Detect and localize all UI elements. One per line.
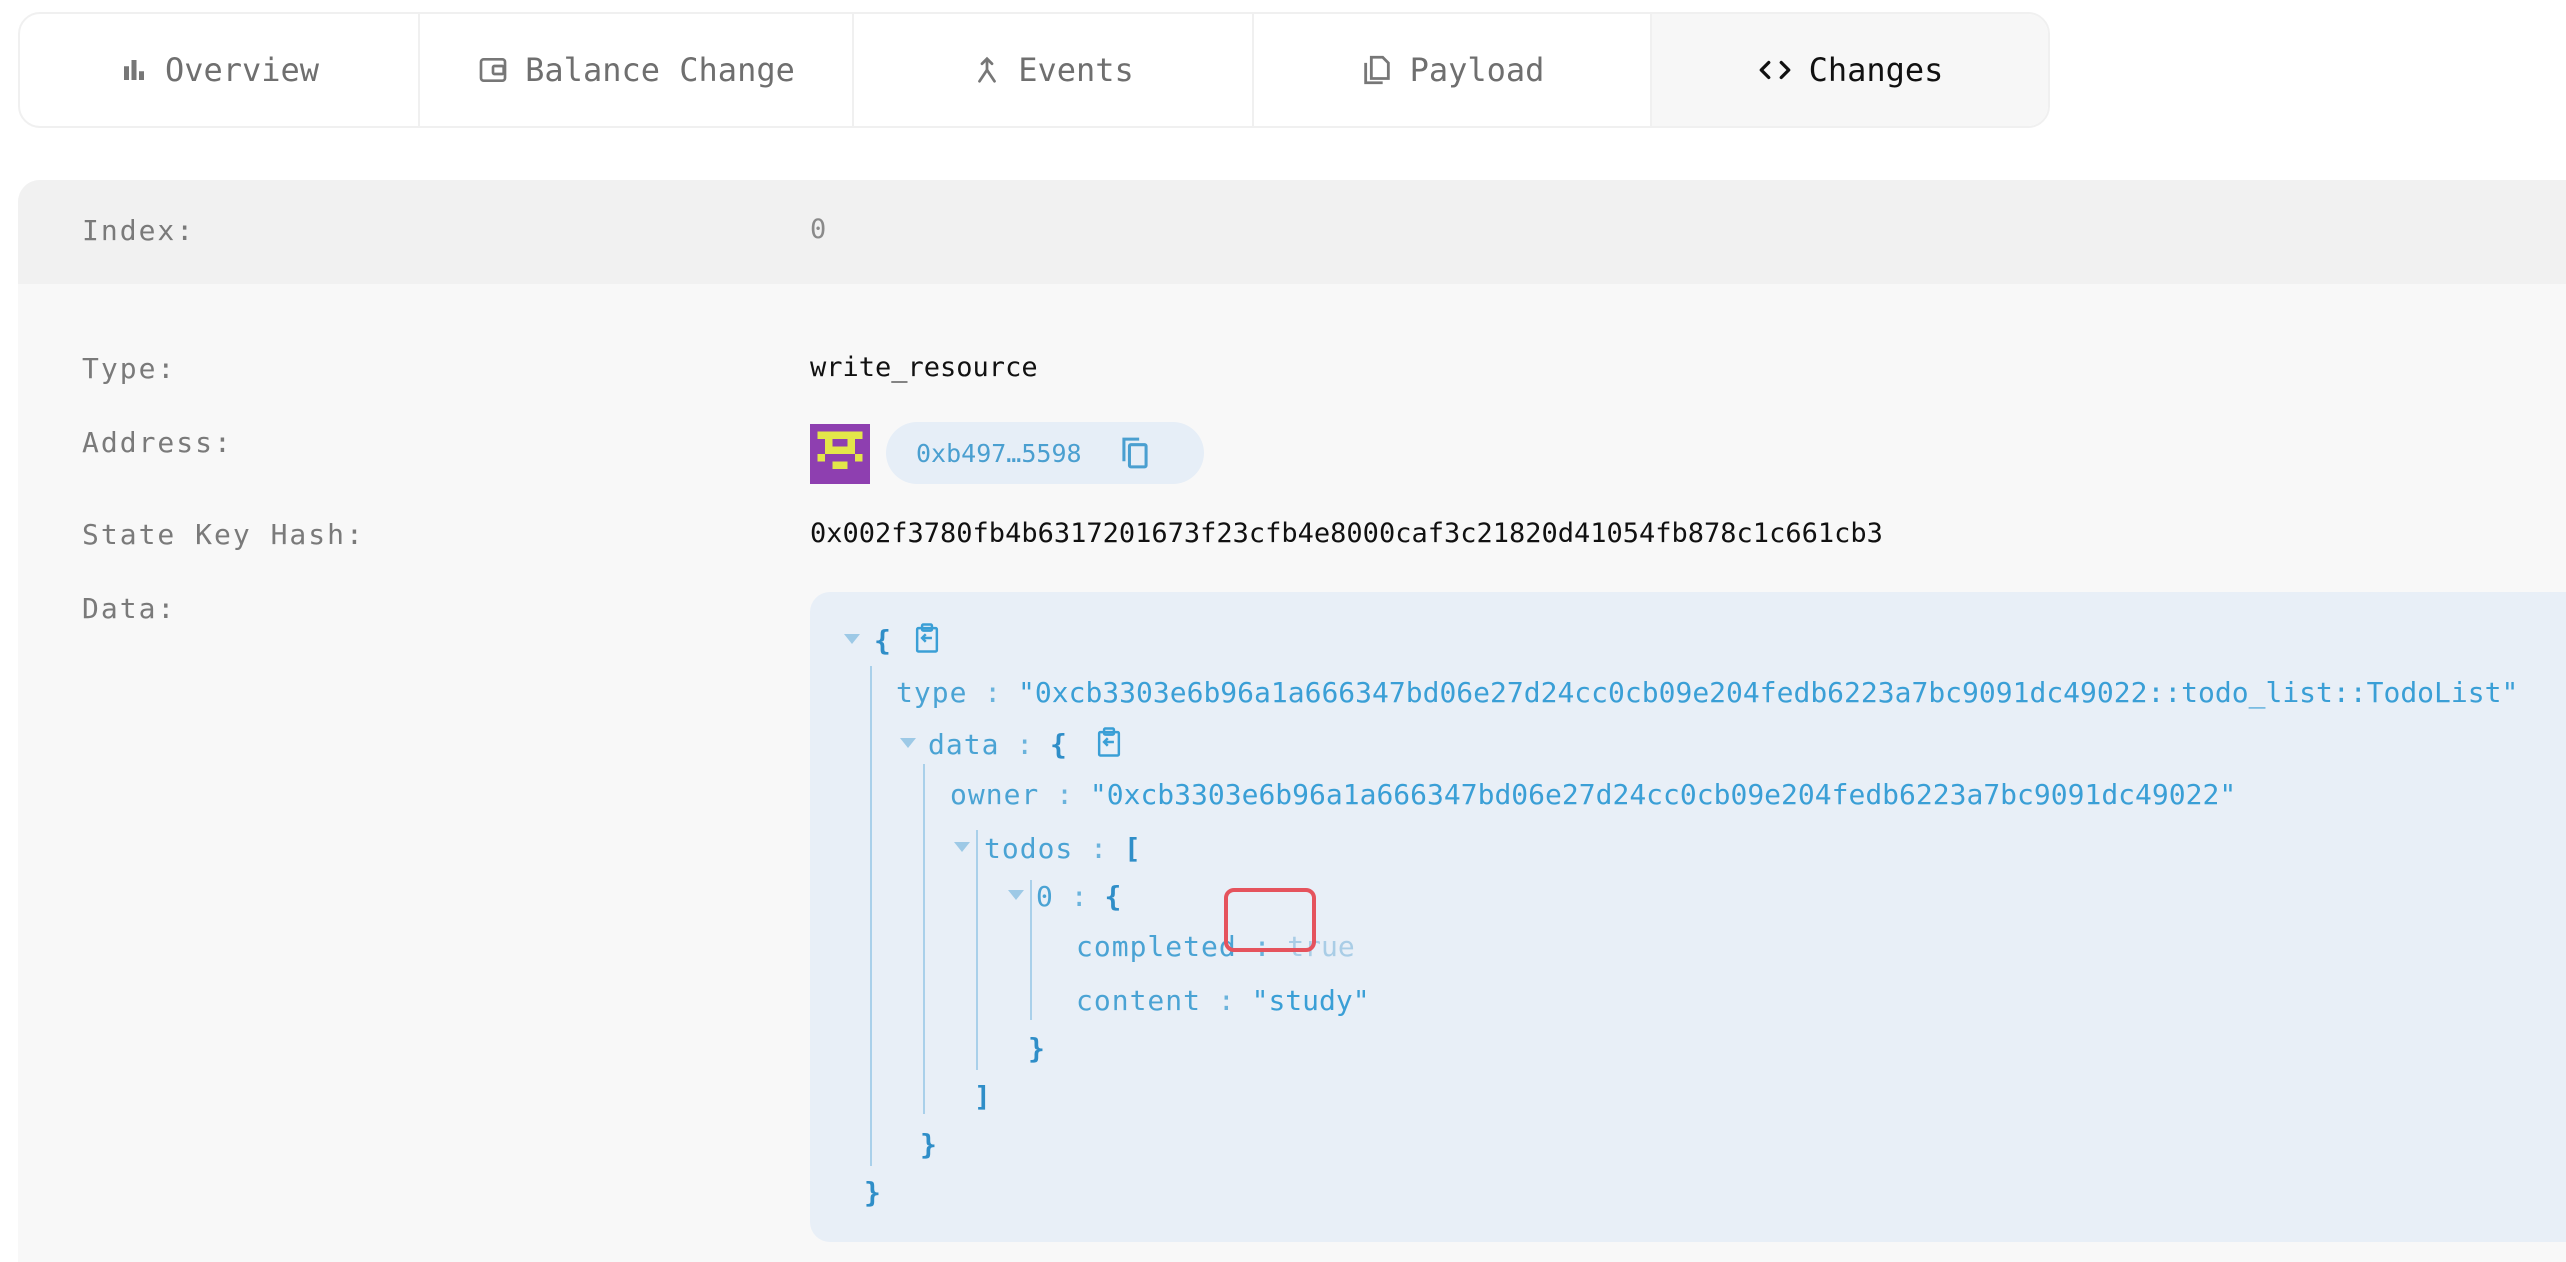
tree-guide: [1030, 880, 1032, 1020]
json-key: data: [928, 728, 1000, 761]
collapse-toggle[interactable]: [844, 634, 860, 644]
json-colon: :: [1016, 728, 1034, 761]
json-key: owner: [950, 778, 1040, 811]
tree-guide: [870, 666, 872, 1166]
merge-icon: [978, 56, 997, 83]
state-key-hash-value: 0x002f3780fb4b6317201673f23cfb4e8000caf3…: [810, 518, 1883, 549]
json-line-type: type : "0xcb3303e6b96a1a666347bd06e27d24…: [896, 676, 2518, 710]
index-row: Index: 0: [18, 180, 2566, 284]
index-value: 0: [810, 214, 827, 245]
json-key: completed: [1076, 930, 1237, 963]
bar-chart-icon: [123, 60, 144, 80]
json-open-brace: {: [1104, 880, 1122, 913]
code-icon: [1759, 60, 1790, 80]
json-colon: :: [1217, 984, 1235, 1017]
tab-label: Changes: [1808, 51, 1944, 89]
tab-balance-change[interactable]: Balance Change: [420, 14, 854, 126]
json-colon: :: [1056, 778, 1074, 811]
tab-bar: Overview Balance Change Events Payload C…: [18, 12, 2050, 128]
index-label: Index:: [82, 214, 196, 247]
tab-changes[interactable]: Changes: [1652, 14, 2048, 126]
highlight-box: [1224, 888, 1316, 952]
json-string: "0xcb3303e6b96a1a666347bd06e27d24cc0cb09…: [1018, 676, 2519, 709]
copy-icon[interactable]: [1118, 435, 1152, 471]
collapse-toggle[interactable]: [954, 842, 970, 852]
copy-file-icon: [1363, 55, 1390, 85]
tab-label: Balance Change: [525, 51, 795, 89]
clipboard-icon[interactable]: [1094, 726, 1124, 758]
type-value: write_resource: [810, 352, 1038, 383]
json-line-owner: owner : "0xcb3303e6b96a1a666347bd06e27d2…: [950, 778, 2236, 812]
collapse-toggle[interactable]: [900, 738, 916, 748]
json-line-item0: 0 : {: [1036, 880, 1121, 914]
address-avatar: [810, 424, 870, 484]
change-details-panel: Index: 0 Type: write_resource Address: 0…: [18, 180, 2566, 1262]
type-label: Type:: [82, 352, 177, 385]
tab-events[interactable]: Events: [854, 14, 1254, 126]
address-label: Address:: [82, 426, 233, 459]
json-close-brace: }: [1028, 1032, 1045, 1065]
json-line-content: content : "study": [1076, 984, 1370, 1018]
data-label: Data:: [82, 592, 177, 625]
tab-payload[interactable]: Payload: [1254, 14, 1652, 126]
tab-label: Payload: [1409, 51, 1545, 89]
tab-overview[interactable]: Overview: [20, 14, 420, 126]
json-colon: :: [1070, 880, 1088, 913]
tab-label: Events: [1018, 51, 1134, 89]
state-key-hash-label: State Key Hash:: [82, 518, 365, 551]
json-open-brace: {: [1050, 728, 1067, 761]
json-key: 0: [1036, 880, 1054, 913]
tree-guide: [923, 764, 925, 1114]
json-string: "study": [1251, 984, 1370, 1017]
json-colon: :: [1090, 832, 1108, 865]
wallet-icon: [479, 58, 507, 82]
json-open-brace: {: [874, 624, 891, 657]
json-close-brace: }: [864, 1176, 881, 1209]
json-key: content: [1076, 984, 1202, 1017]
tab-label: Overview: [164, 51, 320, 89]
json-colon: :: [984, 676, 1002, 709]
json-line-todos: todos : [: [984, 832, 1141, 866]
collapse-toggle[interactable]: [1008, 890, 1024, 900]
address-text: 0xb497…5598: [916, 438, 1082, 468]
json-close-bracket: ]: [974, 1080, 991, 1113]
json-open-bracket: [: [1123, 832, 1141, 865]
address-link[interactable]: 0xb497…5598: [886, 422, 1204, 484]
json-viewer: { type : "0xcb3303e6b96a1a666347bd06e27d…: [810, 592, 2566, 1242]
clipboard-icon[interactable]: [912, 622, 942, 654]
tree-guide: [976, 830, 978, 1070]
json-close-brace: }: [920, 1128, 937, 1161]
json-key: todos: [984, 832, 1074, 865]
json-line-data: data : {: [928, 728, 1067, 762]
json-key: type: [896, 676, 968, 709]
json-string: "0xcb3303e6b96a1a666347bd06e27d24cc0cb09…: [1089, 778, 2237, 811]
